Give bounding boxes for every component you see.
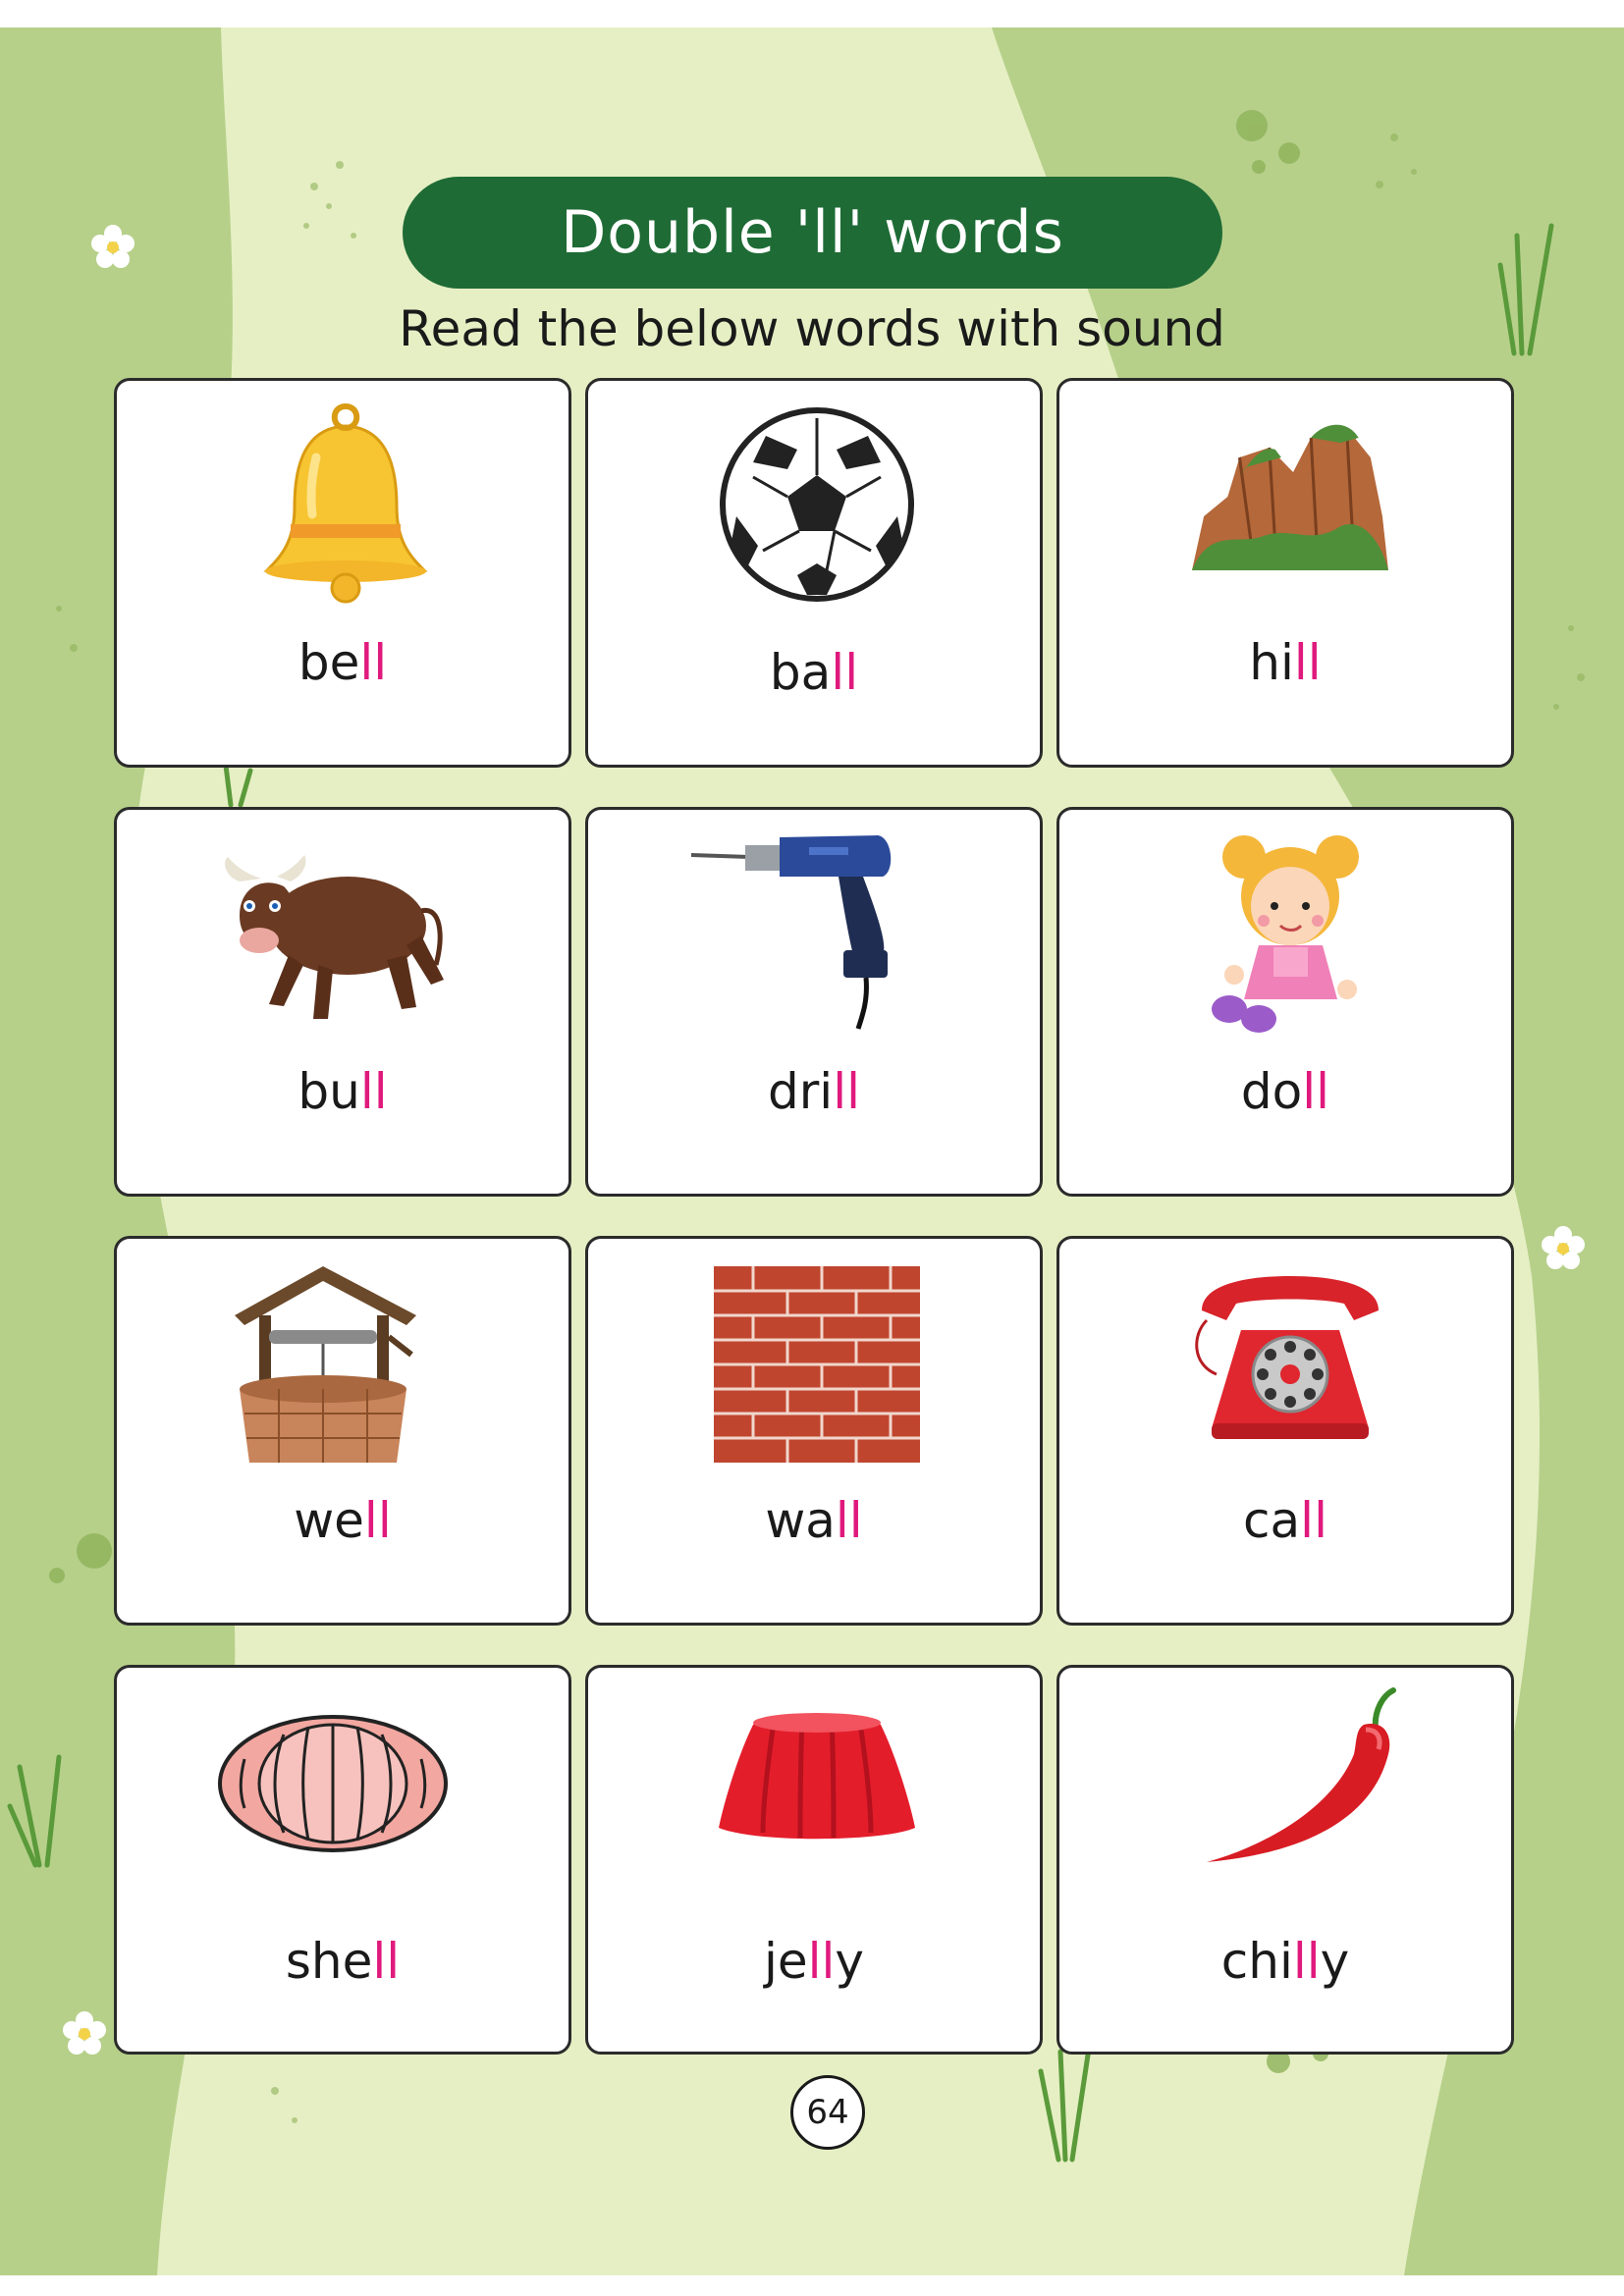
word-card-chilly: chilly bbox=[1056, 1665, 1514, 2055]
word-card-hill: hill bbox=[1056, 378, 1514, 768]
word-label: drill bbox=[768, 1063, 860, 1120]
word-label: chilly bbox=[1220, 1933, 1350, 1990]
drill-icon bbox=[691, 835, 892, 1030]
telephone-icon bbox=[1195, 1276, 1379, 1439]
word-card-drill: drill bbox=[585, 807, 1043, 1197]
word-label: jelly bbox=[763, 1933, 865, 1990]
chilli-icon bbox=[1207, 1687, 1396, 1862]
word-card-wall: wall bbox=[585, 1236, 1043, 1626]
word-card-ball: ball bbox=[585, 378, 1043, 768]
word-card-jelly: jelly bbox=[585, 1665, 1043, 2055]
hill-icon bbox=[1192, 424, 1388, 570]
word-label: call bbox=[1243, 1492, 1327, 1549]
word-card-shell: shell bbox=[114, 1665, 571, 2055]
word-card-doll: doll bbox=[1056, 807, 1514, 1197]
word-card-well: well bbox=[114, 1236, 571, 1626]
word-label: bell bbox=[298, 634, 388, 691]
instructions: Read the below words with sound bbox=[399, 300, 1225, 357]
page-title: Double 'll' words bbox=[561, 198, 1064, 267]
word-label: bull bbox=[298, 1063, 388, 1120]
word-label: doll bbox=[1240, 1063, 1330, 1120]
title-banner: Double 'll' words bbox=[403, 177, 1222, 289]
word-card-bull: bull bbox=[114, 807, 571, 1197]
doll-icon bbox=[1212, 835, 1359, 1033]
word-card-bell: bell bbox=[114, 378, 571, 768]
bull-icon bbox=[225, 855, 444, 1019]
well-icon bbox=[235, 1266, 416, 1463]
bell-icon bbox=[263, 402, 428, 604]
brick-wall-icon bbox=[714, 1266, 920, 1463]
word-card-call: call bbox=[1056, 1236, 1514, 1626]
jelly-icon bbox=[719, 1713, 915, 1840]
word-card-grid: bell ball hill bull drill doll well wall… bbox=[114, 378, 1514, 2055]
word-label: well bbox=[294, 1492, 392, 1549]
shell-icon bbox=[218, 1715, 448, 1852]
word-label: wall bbox=[765, 1492, 863, 1549]
word-label: hill bbox=[1249, 634, 1322, 691]
page-number: 64 bbox=[790, 2075, 865, 2150]
soccer-ball-icon bbox=[720, 407, 914, 602]
word-label: ball bbox=[769, 644, 859, 701]
word-label: shell bbox=[285, 1933, 401, 1990]
